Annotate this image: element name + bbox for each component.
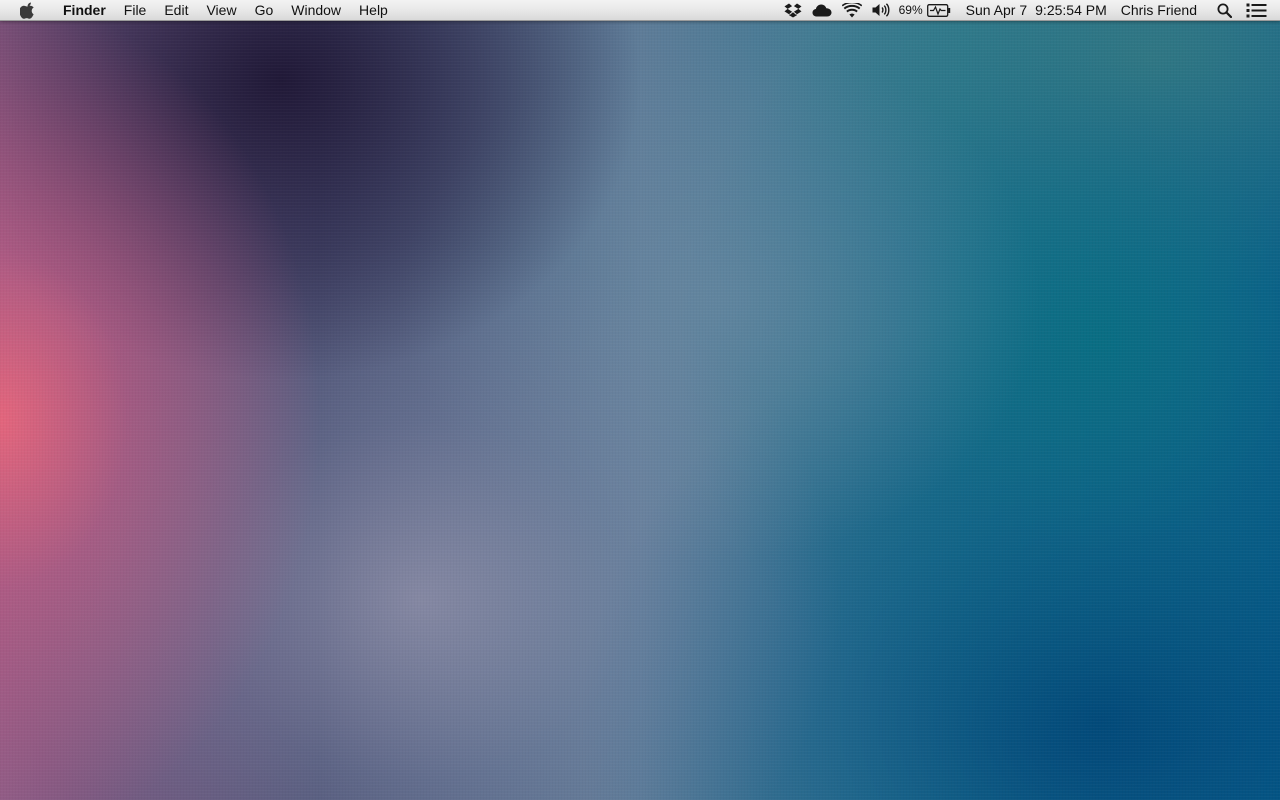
menu-bar-left: Finder File Edit View Go Window Help (0, 0, 397, 21)
apple-logo-icon (19, 2, 34, 19)
battery-percentage[interactable]: 69% (899, 0, 923, 21)
menu-bar-status: 69% Sun Apr 7 9:25:54 PM Chris Friend (779, 0, 1280, 21)
apple-menu-icon[interactable] (19, 0, 35, 21)
menu-edit[interactable]: Edit (155, 0, 197, 21)
menu-window[interactable]: Window (282, 0, 350, 21)
spotlight-search-icon[interactable] (1217, 0, 1232, 21)
menu-view[interactable]: View (197, 0, 245, 21)
menu-file[interactable]: File (115, 0, 156, 21)
menu-help[interactable]: Help (350, 0, 397, 21)
volume-icon[interactable] (872, 0, 890, 21)
icloud-icon[interactable] (812, 0, 832, 21)
wallpaper-texture (0, 0, 1280, 800)
desktop[interactable]: Finder File Edit View Go Window Help 69%… (0, 0, 1280, 800)
battery-icon[interactable] (926, 0, 951, 21)
menu-go[interactable]: Go (246, 0, 283, 21)
menu-finder[interactable]: Finder (54, 0, 115, 21)
clock-date[interactable]: Sun Apr 7 (966, 0, 1028, 21)
clock-time[interactable]: 9:25:54 PM (1035, 0, 1107, 21)
fast-user-switch-name[interactable]: Chris Friend (1121, 0, 1197, 21)
notification-center-icon[interactable] (1246, 0, 1267, 21)
wifi-icon[interactable] (841, 0, 862, 21)
menu-bar: Finder File Edit View Go Window Help 69%… (0, 0, 1280, 21)
dropbox-icon[interactable] (784, 0, 802, 21)
